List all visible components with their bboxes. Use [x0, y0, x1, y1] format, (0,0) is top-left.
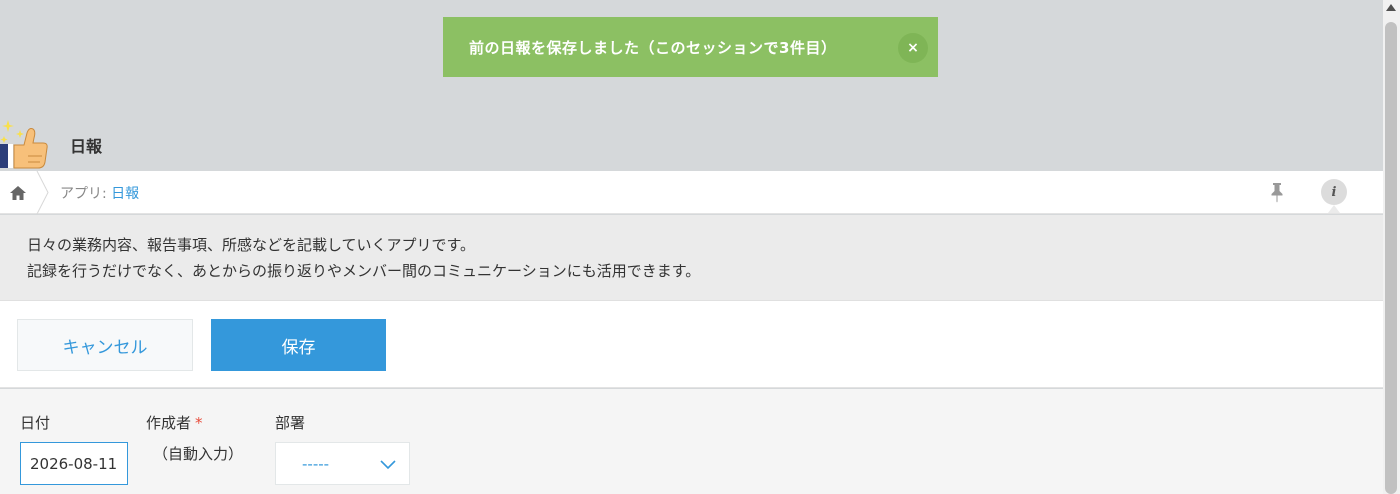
- description-line-2: 記録を行うだけでなく、あとからの振り返りやメンバー間のコミュニケーションにも活用…: [27, 262, 701, 280]
- pin-icon[interactable]: [1268, 181, 1286, 203]
- date-label: 日付: [20, 414, 51, 432]
- author-label-wrap: 作成者 *: [146, 412, 203, 433]
- author-label: 作成者: [146, 414, 192, 432]
- app-description: 日々の業務内容、報告事項、所感などを記載していくアプリです。 記録を行うだけでな…: [0, 215, 1383, 301]
- required-mark: *: [195, 414, 203, 432]
- department-select-value: -----: [302, 454, 330, 473]
- department-select[interactable]: -----: [275, 442, 410, 485]
- breadcrumb: アプリ: 日報: [0, 171, 1383, 214]
- info-pointer: [1328, 205, 1340, 213]
- thumbs-up-sparkle-icon: [0, 120, 48, 169]
- record-form: 日付 作成者* （自動入力） 部署 -----: [0, 389, 1383, 494]
- breadcrumb-prefix: アプリ:: [60, 186, 112, 202]
- department-label: 部署: [275, 414, 306, 432]
- toast-notification: 前の日報を保存しました（このセッションで3件目） ×: [443, 17, 938, 77]
- date-field[interactable]: [20, 442, 128, 485]
- toast-message: 前の日報を保存しました（このセッションで3件目）: [469, 38, 837, 57]
- breadcrumb-app-link[interactable]: 日報: [111, 186, 139, 202]
- author-auto-value: （自動入力）: [153, 445, 244, 463]
- info-button[interactable]: i: [1321, 179, 1347, 205]
- home-icon[interactable]: [8, 183, 28, 203]
- scrollbar-thumb[interactable]: [1385, 22, 1397, 494]
- form-toolbar: キャンセル 保存: [0, 301, 1383, 388]
- scroll-up-arrow[interactable]: [1386, 4, 1396, 11]
- save-button[interactable]: 保存: [211, 319, 386, 371]
- chevron-down-icon: [380, 460, 396, 470]
- breadcrumb-separator: [36, 171, 49, 214]
- toast-close-button[interactable]: ×: [898, 33, 928, 63]
- cancel-button[interactable]: キャンセル: [17, 319, 193, 371]
- app-title: 日報: [70, 137, 103, 156]
- description-line-1: 日々の業務内容、報告事項、所感などを記載していくアプリです。: [27, 236, 476, 254]
- breadcrumb-trail: アプリ: 日報: [60, 183, 139, 203]
- info-icon: i: [1331, 184, 1337, 200]
